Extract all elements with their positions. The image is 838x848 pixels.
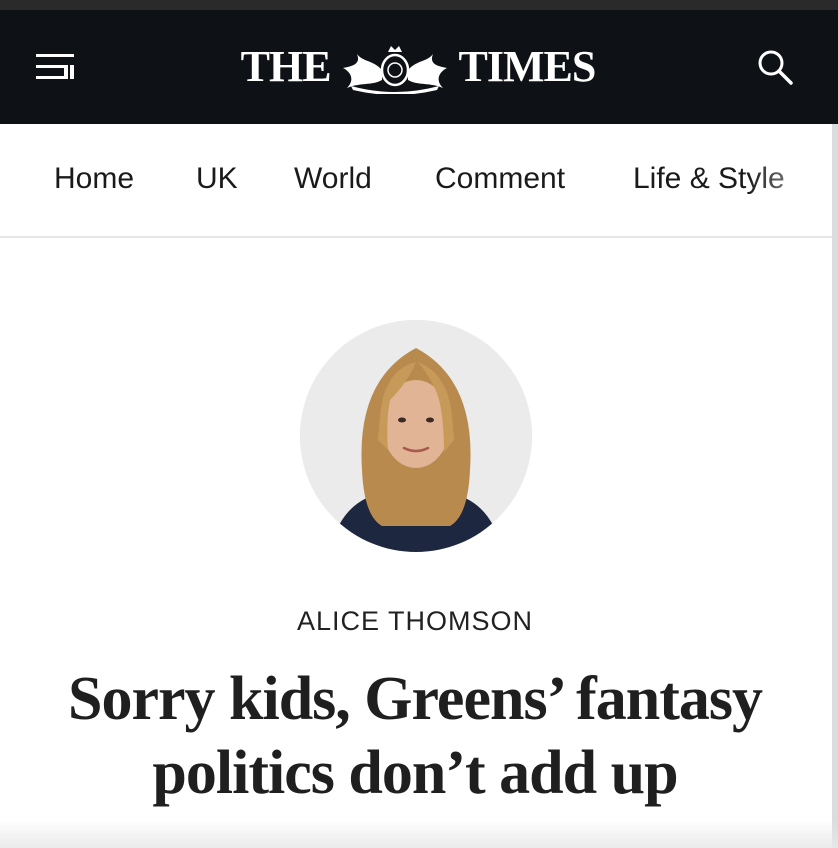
author-avatar (300, 320, 532, 552)
masthead-times: TIMES (458, 42, 597, 91)
masthead-the: THE (240, 42, 332, 91)
search-icon[interactable] (754, 46, 796, 88)
menu-icon[interactable] (36, 52, 74, 82)
headline-line-1: Sorry kids, Greens’ fantasy (67, 665, 763, 733)
author-name[interactable]: ALICE THOMSON (0, 606, 830, 637)
nav-item-comment[interactable]: Comment (435, 162, 565, 196)
section-nav: Home UK World Comment Life & Style (0, 124, 838, 238)
nav-item-world[interactable]: World (294, 162, 372, 196)
nav-item-home[interactable]: Home (54, 162, 134, 196)
article-headline[interactable]: Sorry kids, Greens’ fantasy politics don… (0, 662, 830, 810)
bottom-fade (0, 820, 838, 848)
status-strip (0, 0, 838, 10)
headline-line-2: politics don’t add up (152, 739, 678, 807)
times-logo[interactable]: THE TIMES (228, 40, 608, 94)
nav-item-life-style[interactable]: Life & Style (633, 162, 785, 196)
top-header-bar: THE TIMES (0, 0, 838, 124)
royal-crest-icon (342, 46, 447, 94)
nav-item-uk[interactable]: UK (196, 162, 238, 196)
page-edge-shadow (832, 124, 838, 848)
